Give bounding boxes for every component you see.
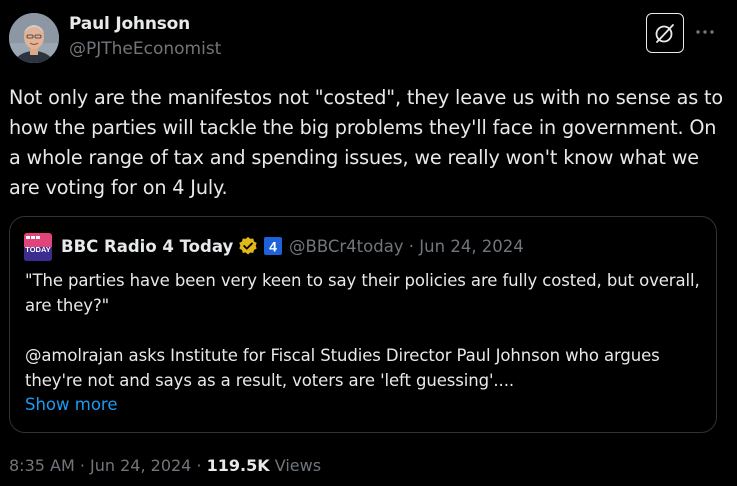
bbc-today-logo-icon: TODAY (24, 233, 52, 261)
author-avatar[interactable] (9, 13, 59, 63)
timestamp-link[interactable]: 8:35 AM · Jun 24, 2024 · (9, 456, 207, 475)
tweet-footer: 8:35 AM · Jun 24, 2024 · 119.5K Views (9, 456, 321, 475)
quote-paragraph-2: @amolrajan asks Institute for Fiscal Stu… (25, 346, 660, 390)
author-avatar-image (9, 13, 59, 63)
bbc-affiliate-badge-icon: 4 (264, 237, 283, 255)
author-handle[interactable]: @PJTheEconomist (69, 39, 221, 59)
quote-author-name-row[interactable]: BBC Radio 4 Today 4 (61, 236, 283, 256)
quote-author-avatar[interactable]: TODAY (24, 233, 52, 261)
author-name[interactable]: Paul Johnson (69, 14, 190, 34)
tweet: Paul Johnson @PJTheEconomist Not only ar… (0, 0, 737, 486)
verified-gold-badge-icon (239, 236, 257, 255)
quote-author-name[interactable]: BBC Radio 4 Today (61, 237, 233, 256)
quote-text: "The parties have been very keen to say … (25, 268, 705, 393)
quoted-tweet[interactable]: TODAY BBC Radio 4 Today 4 @BBCr4today · … (9, 216, 717, 433)
badge-number: 4 (269, 239, 277, 255)
quote-meta[interactable]: @BBCr4today · Jun 24, 2024 (289, 237, 524, 256)
show-more-link[interactable]: Show more (25, 395, 118, 414)
more-horizontal-icon (696, 30, 714, 34)
views-label: Views (269, 456, 322, 475)
quote-paragraph-1: "The parties have been very keen to say … (25, 271, 700, 315)
views-count: 119.5K (206, 456, 270, 475)
grok-icon (655, 24, 674, 43)
grok-button[interactable] (646, 13, 684, 53)
tweet-text: Not only are the manifestos not "costed"… (9, 86, 724, 199)
quote-avatar-text: TODAY (25, 245, 50, 254)
more-options-button[interactable] (693, 22, 717, 42)
